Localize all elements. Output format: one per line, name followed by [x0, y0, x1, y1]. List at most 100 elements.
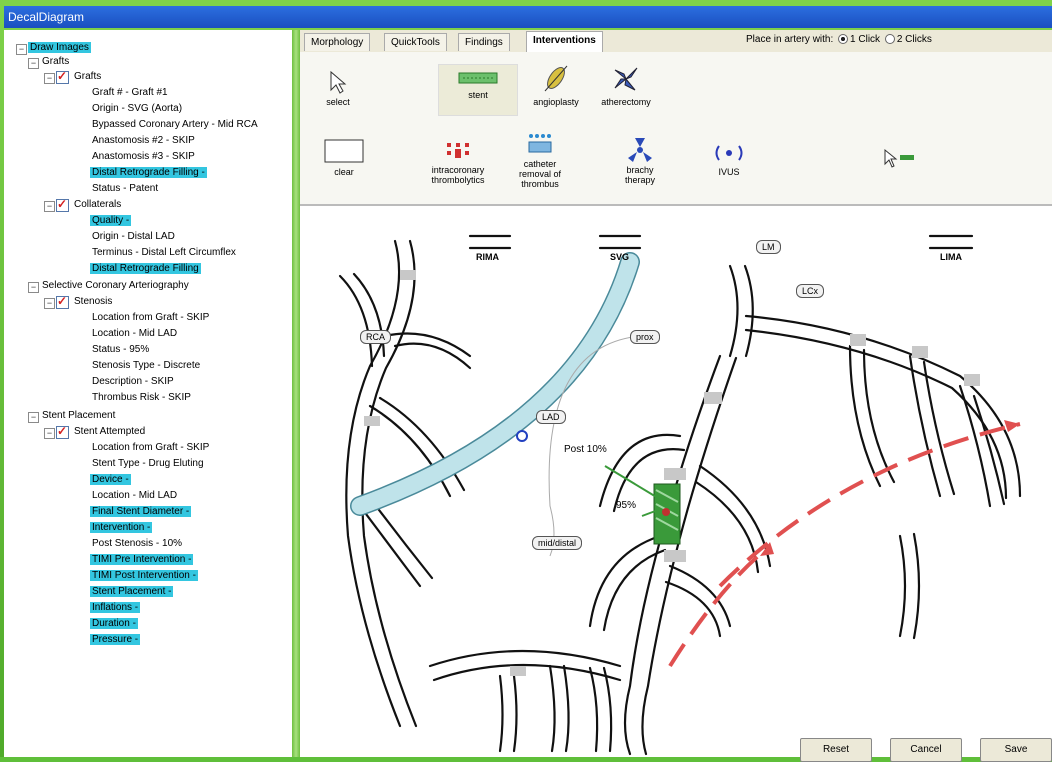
- tree-leaf[interactable]: Origin - SVG (Aorta): [90, 102, 184, 116]
- collapse-icon[interactable]: −: [28, 282, 39, 293]
- brachytherapy-tool[interactable]: brachy therapy: [610, 136, 670, 185]
- tree-node-grafts-sub[interactable]: Grafts: [72, 70, 103, 84]
- thrombus-removal-tool[interactable]: catheter removal of thrombus: [510, 132, 570, 189]
- tree-node-grafts[interactable]: Grafts: [40, 55, 71, 69]
- prox-label[interactable]: prox: [630, 330, 660, 344]
- tree-leaf[interactable]: Post Stenosis - 10%: [90, 537, 184, 551]
- collapse-icon[interactable]: −: [44, 201, 55, 212]
- tree-leaf[interactable]: Status - 95%: [90, 343, 151, 357]
- angioplasty-tool[interactable]: angioplasty: [526, 64, 586, 107]
- tree-leaf[interactable]: Device -: [90, 473, 131, 487]
- diagram-panel: Morphology QuickTools Findings Intervent…: [300, 30, 1052, 762]
- tree-leaf[interactable]: Stenosis Type - Discrete: [90, 359, 202, 373]
- svg-graft-label: SVG: [610, 252, 630, 262]
- tree-leaf[interactable]: Final Stent Diameter -: [90, 505, 192, 519]
- tree-leaf[interactable]: Thrombus Risk - SKIP: [90, 391, 193, 405]
- tab-bar: Morphology QuickTools Findings Intervent…: [300, 30, 1052, 53]
- window-title: DecalDiagram: [4, 6, 1052, 28]
- post-stenosis-label: Post 10%: [564, 444, 607, 455]
- one-click-radio[interactable]: [838, 34, 849, 45]
- clear-tool[interactable]: clear: [314, 138, 374, 177]
- tree-leaf[interactable]: Location - Mid LAD: [90, 327, 179, 341]
- tree-leaf[interactable]: Location from Graft - SKIP: [90, 311, 211, 325]
- tree-leaf[interactable]: Anastomosis #3 - SKIP: [90, 150, 197, 164]
- atherectomy-tool[interactable]: atherectomy: [596, 64, 656, 107]
- thrombus-label-3: thrombus: [521, 179, 559, 189]
- tree-leaf[interactable]: Intervention -: [90, 521, 153, 535]
- stent-label: stent: [468, 90, 488, 100]
- grafts-checkbox[interactable]: [56, 69, 69, 84]
- tree-leaf[interactable]: TIMI Post Intervention -: [90, 569, 198, 583]
- ivus-label: IVUS: [718, 167, 740, 177]
- tree-node-stent-attempted[interactable]: Stent Attempted: [72, 425, 147, 439]
- tree-leaf[interactable]: Stent Placement -: [90, 585, 174, 599]
- tree-leaf[interactable]: Pressure -: [90, 633, 141, 647]
- reset-button[interactable]: Reset: [800, 738, 872, 762]
- tree-node-arteriography[interactable]: Selective Coronary Arteriography: [40, 279, 191, 293]
- tab-interventions[interactable]: Interventions: [526, 31, 603, 52]
- mid-distal-label[interactable]: mid/distal: [532, 536, 583, 550]
- save-button[interactable]: Save: [980, 738, 1052, 762]
- tab-quicktools[interactable]: QuickTools: [384, 33, 447, 51]
- collapse-icon[interactable]: −: [28, 412, 39, 423]
- tree-leaf[interactable]: Bypassed Coronary Artery - Mid RCA: [90, 118, 260, 132]
- clear-label: clear: [334, 167, 354, 177]
- collapse-icon[interactable]: −: [44, 298, 55, 309]
- cancel-button[interactable]: Cancel: [890, 738, 962, 762]
- tab-morphology[interactable]: Morphology: [304, 33, 371, 51]
- rca-label[interactable]: RCA: [360, 330, 392, 344]
- collapse-icon[interactable]: −: [44, 428, 55, 439]
- collapse-icon[interactable]: −: [28, 58, 39, 69]
- stent-attempted-checkbox[interactable]: [56, 424, 69, 439]
- tree-leaf[interactable]: Stent Type - Drug Eluting: [90, 457, 206, 471]
- brachy-label-2: therapy: [624, 175, 656, 185]
- tree-node-collaterals[interactable]: Collaterals: [72, 198, 123, 212]
- findings-tree[interactable]: − Draw Images − Grafts − Grafts Graft # …: [4, 30, 293, 757]
- one-click-label[interactable]: 1 Click: [850, 34, 880, 45]
- lm-label[interactable]: LM: [756, 240, 781, 254]
- stenosis-checkbox[interactable]: [56, 294, 69, 309]
- collapse-icon[interactable]: −: [16, 44, 27, 55]
- arrow-cursor-icon: [330, 70, 347, 94]
- tree-leaf[interactable]: TIMI Pre Intervention -: [90, 553, 194, 567]
- tree-leaf[interactable]: Terminus - Distal Left Circumflex: [90, 246, 238, 260]
- tree-leaf[interactable]: Distal Retrograde Filling -: [90, 166, 207, 180]
- tree-node-stenosis[interactable]: Stenosis: [72, 295, 114, 309]
- intracoronary-thrombolytics-tool[interactable]: intracoronary thrombolytics: [418, 140, 498, 185]
- stent-cursor-icon: [884, 148, 914, 168]
- tree-leaf[interactable]: Origin - Distal LAD: [90, 230, 177, 244]
- ivus-tool[interactable]: IVUS: [704, 142, 754, 177]
- tree-leaf[interactable]: Location from Graft - SKIP: [90, 441, 211, 455]
- tree-leaf[interactable]: Distal Retrograde Filling: [90, 262, 201, 276]
- stent-icon: [458, 72, 498, 84]
- tree-leaf[interactable]: Status - Patent: [90, 182, 160, 196]
- artery-tree-svg[interactable]: [300, 206, 1052, 757]
- lima-label: LIMA: [940, 252, 962, 262]
- tree-leaf[interactable]: Quality -: [90, 214, 132, 228]
- balloon-icon: [544, 65, 568, 92]
- tree-leaf[interactable]: Duration -: [90, 617, 138, 631]
- atherectomy-label: atherectomy: [601, 97, 651, 107]
- collaterals-checkbox[interactable]: [56, 197, 69, 212]
- lad-label[interactable]: LAD: [536, 410, 566, 424]
- tree-node-stent-placement[interactable]: Stent Placement: [40, 409, 117, 423]
- tree-leaf[interactable]: Location - Mid LAD: [90, 489, 179, 503]
- coronary-diagram[interactable]: RIMA SVG LIMA LM LCx RCA prox LAD mid/di…: [300, 206, 1052, 757]
- tree-leaf[interactable]: Anastomosis #2 - SKIP: [90, 134, 197, 148]
- pane-splitter[interactable]: [292, 30, 300, 757]
- tree-leaf[interactable]: Inflations -: [90, 601, 141, 615]
- collapse-icon[interactable]: −: [44, 73, 55, 84]
- tree-leaf[interactable]: Description - SKIP: [90, 375, 176, 389]
- tree-leaf[interactable]: Graft # - Graft #1: [90, 86, 170, 100]
- thrombolytics-icon: [447, 143, 469, 158]
- tree-root[interactable]: Draw Images: [28, 41, 91, 55]
- lcx-label[interactable]: LCx: [796, 284, 825, 298]
- tab-findings[interactable]: Findings: [458, 33, 510, 51]
- two-clicks-label[interactable]: 2 Clicks: [897, 34, 932, 45]
- thrombolytics-label-2: thrombolytics: [431, 175, 485, 185]
- select-tool[interactable]: select: [314, 70, 362, 107]
- client-area: − Draw Images − Grafts − Grafts Graft # …: [4, 30, 1052, 762]
- stent-tool[interactable]: stent: [438, 64, 518, 116]
- two-clicks-radio[interactable]: [884, 34, 895, 45]
- select-label: select: [326, 97, 350, 107]
